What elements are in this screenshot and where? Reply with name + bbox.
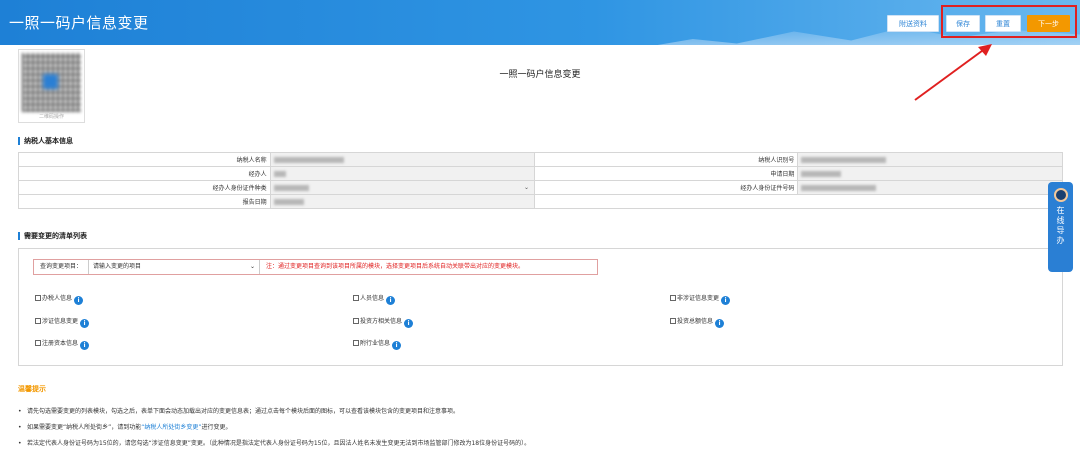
info-icon[interactable]: i <box>80 319 90 328</box>
assistant-avatar-icon <box>1053 188 1068 202</box>
chevron-down-icon: ⌄ <box>523 184 529 191</box>
value-agent <box>269 166 535 181</box>
query-select-value: 请输入变更的项目 <box>93 263 142 270</box>
checkbox-icon[interactable] <box>670 295 676 301</box>
section-title-basic: 纳税人基本信息 <box>18 137 73 145</box>
checkbox-item[interactable]: 办税人信息 i <box>35 294 84 305</box>
value-agent-id-number <box>797 180 1063 195</box>
checkbox-icon[interactable] <box>353 295 359 301</box>
checkbox-icon[interactable] <box>353 340 359 346</box>
info-icon[interactable]: i <box>74 296 84 305</box>
info-icon[interactable]: i <box>386 296 396 305</box>
info-icon[interactable]: i <box>392 341 402 350</box>
select-agent-id-type[interactable]: ⌄ <box>269 180 535 195</box>
checkbox-item[interactable]: 投资总额信息 i <box>670 317 725 328</box>
checkbox-item[interactable]: 人员信息 i <box>353 294 396 305</box>
checkbox-item[interactable]: 投资方相关信息 i <box>353 317 414 328</box>
chevron-down-icon: ⌄ <box>249 263 255 270</box>
value-taxpayer-id <box>797 152 1063 167</box>
checkbox-icon[interactable] <box>35 340 41 346</box>
value-taxpayer-name <box>269 152 535 167</box>
value-apply-date <box>797 166 1063 181</box>
annotation-arrow <box>914 44 992 101</box>
info-icon[interactable]: i <box>715 319 725 328</box>
qr-caption: 二维码操作 <box>38 114 64 120</box>
checkbox-icon[interactable] <box>35 295 41 301</box>
section-title-change-list: 需要变更的清单列表 <box>18 232 87 240</box>
checkbox-item[interactable]: 注册资本信息 i <box>35 339 90 350</box>
checkbox-icon[interactable] <box>35 318 41 324</box>
tip-line: • 若法定代表人身份证号码为15位的，请您勾选“涉证信息变更”变更。（此种情况是指… <box>18 440 531 447</box>
page-title: 一照一码户信息变更 <box>499 70 581 80</box>
query-note: 注：通过变更项目查询到该项目所属的模块，选择变更项目后系统自动关联带出对应的变更… <box>266 263 525 270</box>
label-apply-date: 申请日期 <box>533 166 799 181</box>
tip-line: • 如果需要变更“纳税人所处街乡”，请到功能“纳税人所处街乡变更”进行变更。 <box>18 424 232 431</box>
checkbox-icon[interactable] <box>353 318 359 324</box>
checkbox-item[interactable]: 涉证信息变更 i <box>35 317 90 328</box>
info-icon[interactable]: i <box>80 341 90 350</box>
label-agent: 经办人 <box>18 166 271 181</box>
online-guide-label: 在线导办 <box>1056 206 1065 245</box>
query-bar: 查询变更项目： 请输入变更的项目 ⌄ 注：通过变更项目查询到该项目所属的模块，选… <box>33 259 598 275</box>
query-select[interactable]: 请输入变更的项目 ⌄ <box>90 260 260 274</box>
street-change-link[interactable]: “纳税人所处街乡变更” <box>141 424 201 431</box>
checkbox-item[interactable]: 非涉证信息变更 i <box>670 294 731 305</box>
change-list-panel: 查询变更项目： 请输入变更的项目 ⌄ 注：通过变更项目查询到该项目所属的模块，选… <box>18 248 1063 366</box>
query-label: 查询变更项目： <box>34 260 89 274</box>
value-report-date <box>269 194 535 209</box>
label-taxpayer-id: 纳税人识别号 <box>533 152 799 167</box>
info-icon[interactable]: i <box>404 319 414 328</box>
basic-info-table: 纳税人名称 纳税人识别号 经办人 申请日期 经办人身份证件种类 ⌄ 经办人身份证… <box>18 152 1063 209</box>
checkbox-icon[interactable] <box>670 318 676 324</box>
info-icon[interactable]: i <box>721 296 731 305</box>
tip-line: • 请先勾选需要变更的列表模块，勾选之后，表单下面会动态加载出对应的变更信息表；通… <box>18 408 460 415</box>
label-taxpayer-name: 纳税人名称 <box>18 152 271 167</box>
qr-code[interactable]: 二维码操作 <box>18 49 85 123</box>
online-guide-widget[interactable]: 在线导办 <box>1048 182 1073 272</box>
label-agent-id-number: 经办人身份证件号码 <box>533 180 799 195</box>
tips-title: 温馨提示 <box>18 385 46 393</box>
checkbox-item[interactable]: 附行业信息 i <box>353 339 402 350</box>
label-report-date: 报告日期 <box>18 194 271 209</box>
label-agent-id-type: 经办人身份证件种类 <box>18 180 271 195</box>
